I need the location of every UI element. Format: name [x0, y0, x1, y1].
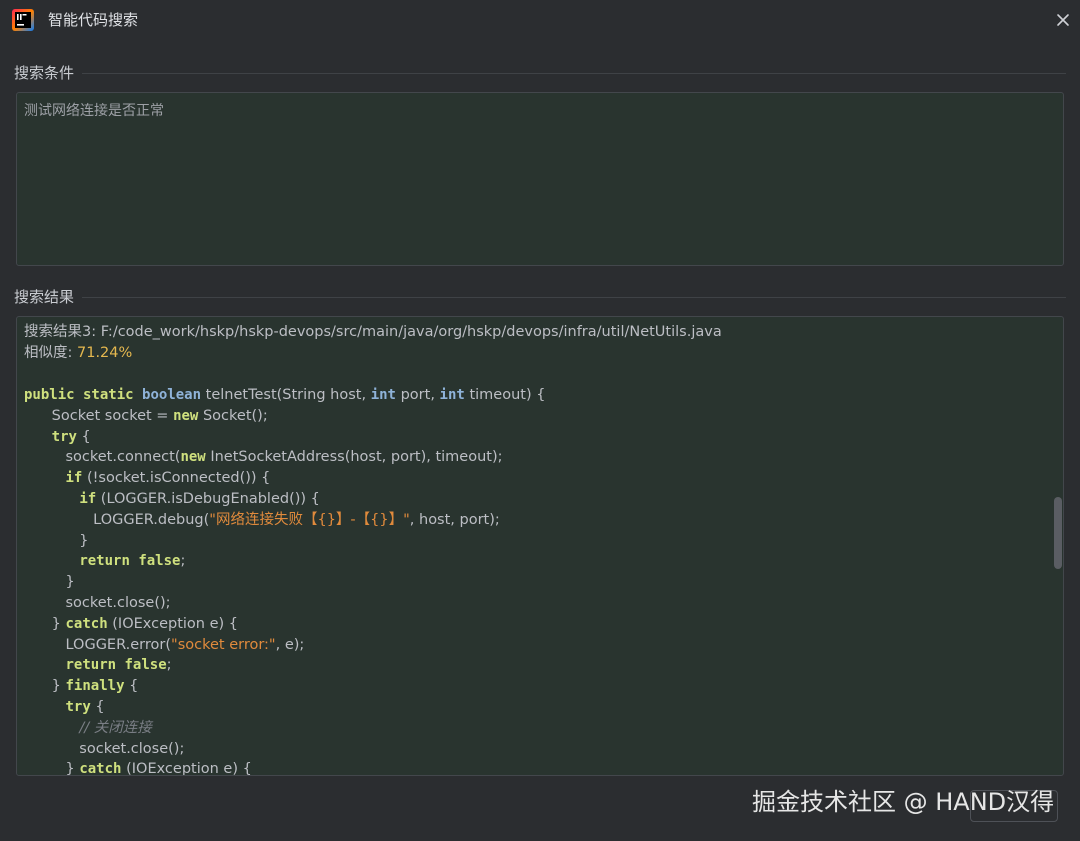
result-file-path: 搜索结果3: F:/code_work/hskp/hskp-devops/src…	[24, 324, 722, 340]
similarity-value: 71.24%	[77, 345, 133, 361]
code-line: // 关闭连接	[79, 719, 152, 736]
results-section-divider	[14, 297, 1066, 298]
result-similarity: 相似度: 71.24%	[24, 343, 722, 364]
code-line: socket.connect(new InetSocketAddress(hos…	[24, 449, 503, 466]
results-section-label: 搜索结果	[14, 287, 83, 307]
code-snippet: public static boolean telnetTest(String …	[24, 385, 546, 776]
close-icon[interactable]	[1053, 10, 1073, 30]
code-line: }	[24, 532, 89, 549]
result-header: 搜索结果3: F:/code_work/hskp/hskp-devops/src…	[24, 322, 722, 364]
search-query-textarea[interactable]: 测试网络连接是否正常	[16, 92, 1064, 266]
code-line: try {	[65, 698, 105, 715]
code-line: public static boolean telnetTest(String …	[24, 387, 546, 403]
code-line: socket.close();	[24, 740, 185, 757]
watermark-text: 掘金技术社区 @ HAND汉得	[752, 788, 1055, 816]
code-line: socket.close();	[24, 594, 171, 611]
search-section-divider	[14, 73, 1066, 74]
code-line: if (LOGGER.isDebugEnabled()) {	[79, 490, 320, 507]
search-query-text: 测试网络连接是否正常	[24, 103, 164, 119]
code-line: } finally {	[24, 678, 139, 695]
code-line: } catch (IOException e) {	[24, 615, 238, 632]
code-line: if (!socket.isConnected()) {	[65, 470, 271, 487]
results-scrollbar-thumb[interactable]	[1054, 497, 1062, 569]
search-results-panel[interactable]: 搜索结果3: F:/code_work/hskp/hskp-devops/src…	[16, 316, 1064, 776]
similarity-label: 相似度:	[24, 345, 77, 361]
code-line: try {	[51, 428, 91, 445]
window-title: 智能代码搜索	[48, 11, 139, 29]
code-line: LOGGER.error("socket error:", e);	[24, 636, 305, 653]
code-line: return false;	[65, 657, 172, 674]
intellij-app-icon	[12, 9, 34, 31]
code-line: Socket socket = new Socket();	[24, 407, 268, 424]
title-bar: 智能代码搜索	[0, 0, 1080, 40]
code-line: LOGGER.debug("网络连接失败【{}】-【{}】", host, po…	[24, 511, 500, 528]
dialog-window: 智能代码搜索 搜索条件 测试网络连接是否正常 搜索结果 搜索结果3: F:/co…	[0, 0, 1080, 841]
code-line: return false;	[79, 553, 186, 570]
code-line: } catch (IOException e) {	[24, 761, 252, 776]
code-line: }	[24, 574, 75, 591]
search-section-label: 搜索条件	[14, 63, 83, 83]
